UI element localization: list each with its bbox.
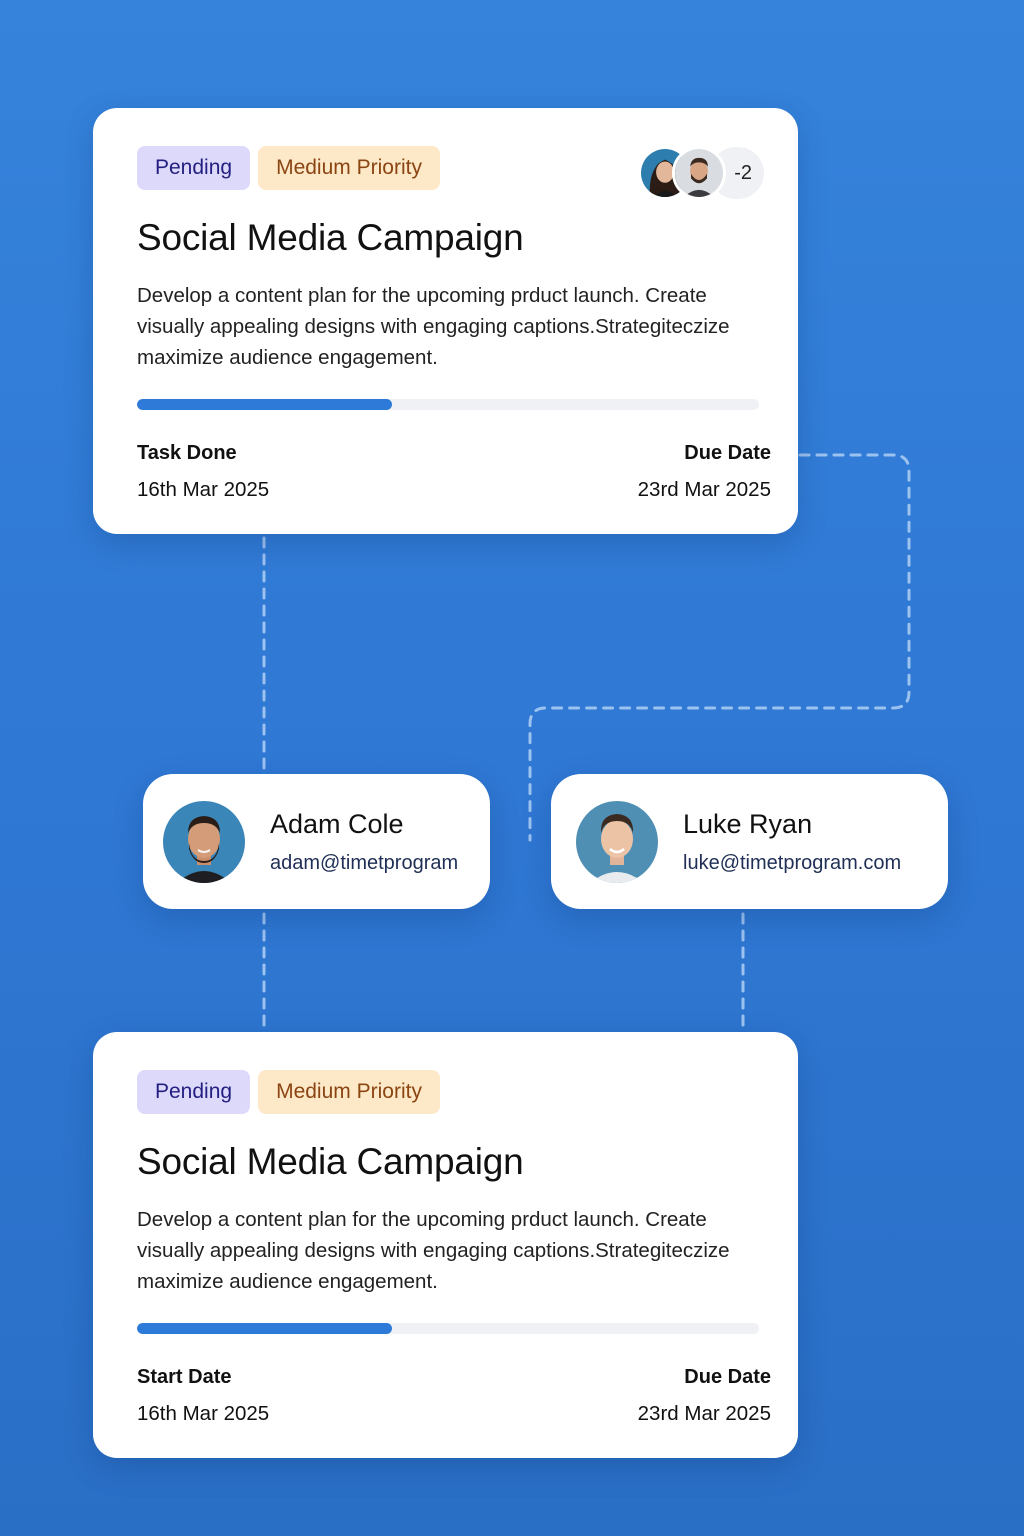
- due-date-value: 23rd Mar 2025: [637, 1402, 771, 1425]
- person-card-adam-cole[interactable]: Adam Cole adam@timetprogram: [143, 774, 490, 909]
- person-card-luke-ryan[interactable]: Luke Ryan luke@timetprogram.com: [551, 774, 948, 909]
- man-avatar: [672, 146, 727, 200]
- person-email[interactable]: luke@timetprogram.com: [683, 850, 901, 876]
- progress-bar: [137, 399, 759, 410]
- young-man-avatar: [576, 800, 658, 883]
- status-badge: Pending: [137, 146, 251, 190]
- due-date-block: Due Date 23rd Mar 2025: [638, 440, 771, 504]
- man-beard-avatar: [163, 800, 245, 883]
- person-name: Luke Ryan: [683, 809, 813, 839]
- progress-fill: [137, 399, 393, 410]
- due-date-block: Due Date 23rd Mar 2025: [638, 1364, 771, 1428]
- due-date-value: 23rd Mar 2025: [637, 478, 771, 501]
- due-date-label: Due Date: [684, 442, 771, 464]
- task-dates: Start Date 16th Mar 2025 Due Date 23rd M…: [137, 1364, 771, 1428]
- progress-bar: [137, 1323, 759, 1334]
- task-dates: Task Done 16th Mar 2025 Due Date 23rd Ma…: [137, 440, 771, 504]
- priority-badge: Medium Priority: [258, 146, 440, 190]
- task-description: Develop a content plan for the upcoming …: [137, 1208, 730, 1293]
- task-card[interactable]: Pending Medium Priority Social Media Cam…: [93, 1032, 798, 1458]
- assignee-avatars[interactable]: -2: [638, 146, 764, 200]
- task-card[interactable]: Pending Medium Priority -2 Social Media …: [93, 108, 798, 534]
- person-info: Luke Ryan luke@timetprogram.com: [683, 807, 901, 876]
- person-email[interactable]: adam@timetprogram: [270, 850, 458, 876]
- task-done-label: Task Done: [137, 442, 237, 464]
- progress-fill: [137, 1323, 393, 1334]
- person-info: Adam Cole adam@timetprogram: [270, 807, 458, 876]
- person-name: Adam Cole: [270, 809, 404, 839]
- badge-row: Pending Medium Priority: [137, 1070, 758, 1114]
- start-date-block: Start Date 16th Mar 2025: [137, 1364, 269, 1428]
- status-badge: Pending: [137, 1070, 251, 1114]
- task-title: Social Media Campaign: [137, 1141, 524, 1182]
- task-done-date: 16th Mar 2025: [137, 478, 270, 501]
- task-done-block: Task Done 16th Mar 2025: [137, 440, 269, 504]
- start-date-label: Start Date: [137, 1366, 232, 1388]
- start-date-value: 16th Mar 2025: [137, 1402, 270, 1425]
- due-date-label: Due Date: [684, 1366, 771, 1388]
- task-description: Develop a content plan for the upcoming …: [137, 284, 730, 369]
- priority-badge: Medium Priority: [258, 1070, 440, 1114]
- task-title: Social Media Campaign: [137, 217, 524, 258]
